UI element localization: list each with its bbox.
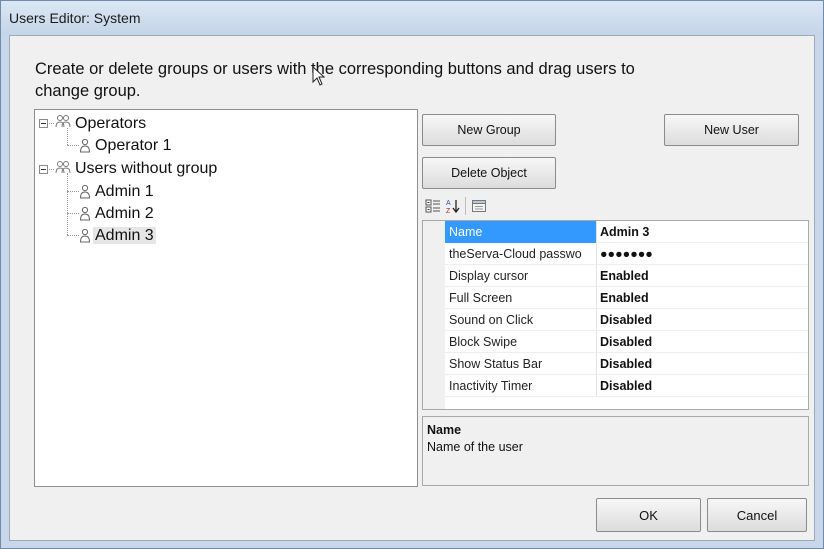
- property-row-display-cursor[interactable]: Display cursor Enabled: [445, 265, 808, 287]
- window-frame: [1, 35, 9, 545]
- property-name: Inactivity Timer: [449, 379, 533, 393]
- property-row-name[interactable]: Name Admin 3: [445, 221, 808, 243]
- property-grid-gutter: [423, 221, 445, 409]
- property-pages-icon[interactable]: [471, 198, 487, 214]
- description-title: Name: [427, 423, 462, 437]
- property-value[interactable]: Disabled: [600, 331, 652, 353]
- property-value[interactable]: Disabled: [600, 353, 652, 375]
- tree-user-operator-1[interactable]: Operator 1: [93, 135, 173, 157]
- cancel-button[interactable]: Cancel: [707, 498, 807, 532]
- property-name: Block Swipe: [449, 335, 518, 349]
- delete-object-button[interactable]: Delete Object: [422, 157, 556, 189]
- property-row-sound-on-click[interactable]: Sound on Click Disabled: [445, 309, 808, 331]
- property-value[interactable]: ●●●●●●●: [600, 243, 653, 265]
- property-value[interactable]: Enabled: [600, 287, 649, 309]
- new-user-button[interactable]: New User: [664, 114, 799, 146]
- tree-connector: [67, 213, 79, 214]
- categorized-icon[interactable]: [425, 198, 441, 214]
- tree-connector: [67, 145, 79, 146]
- tree-user-admin-1[interactable]: Admin 1: [93, 181, 156, 203]
- user-group-icon: [55, 115, 71, 128]
- property-description-panel: Name Name of the user: [422, 416, 809, 486]
- tree-user-admin-3[interactable]: Admin 3: [93, 225, 156, 247]
- property-row-cloud-password[interactable]: theServa-Cloud passwo ●●●●●●●: [445, 243, 808, 265]
- ok-button[interactable]: OK: [596, 498, 701, 532]
- property-name: Show Status Bar: [449, 357, 543, 371]
- tree-user-label: Admin 2: [95, 205, 154, 222]
- mouse-cursor-icon: [312, 66, 326, 86]
- tree-group-operators[interactable]: Operators: [73, 113, 148, 135]
- users-editor-window: Users Editor: System Create or delete gr…: [0, 0, 824, 549]
- property-grid[interactable]: Name Admin 3 theServa-Cloud passwo ●●●●●…: [422, 220, 809, 410]
- tree-user-label: Operator 1: [95, 137, 172, 154]
- property-value[interactable]: Disabled: [600, 309, 652, 331]
- user-icon: [79, 206, 91, 221]
- toolbar-separator: [465, 197, 466, 215]
- property-row-inactivity-timer[interactable]: Inactivity Timer Disabled: [445, 375, 808, 397]
- property-value[interactable]: Enabled: [600, 265, 649, 287]
- new-group-button[interactable]: New Group: [422, 114, 556, 146]
- description-text: Name of the user: [427, 440, 523, 454]
- user-icon: [79, 184, 91, 199]
- property-grid-toolbar: A Z: [423, 196, 523, 216]
- property-value[interactable]: Admin 3: [600, 221, 649, 243]
- tree-connector: [67, 128, 68, 145]
- instructions-text: Create or delete groups or users with th…: [35, 60, 635, 100]
- tree-group-label: Users without group: [75, 160, 218, 177]
- property-name: theServa-Cloud passwo: [449, 247, 582, 261]
- property-name: Sound on Click: [449, 313, 534, 327]
- alphabetical-sort-icon[interactable]: A Z: [445, 198, 461, 214]
- user-icon: [79, 138, 91, 153]
- property-name: Display cursor: [449, 269, 529, 283]
- property-row-block-swipe[interactable]: Block Swipe Disabled: [445, 331, 808, 353]
- property-row-show-status-bar[interactable]: Show Status Bar Disabled: [445, 353, 808, 375]
- tree-group-label: Operators: [75, 115, 147, 132]
- property-name: Name: [445, 221, 596, 243]
- property-row-full-screen[interactable]: Full Screen Enabled: [445, 287, 808, 309]
- tree-user-label: Admin 3: [93, 227, 156, 244]
- tree-connector: [67, 235, 79, 236]
- property-name: Full Screen: [449, 291, 513, 305]
- user-tree[interactable]: Operators Operator 1 Users without group: [34, 109, 418, 487]
- collapse-toggle[interactable]: [39, 165, 48, 174]
- svg-text:A: A: [446, 200, 451, 207]
- dialog-body: Create or delete groups or users with th…: [9, 35, 815, 541]
- window-title: Users Editor: System: [9, 10, 141, 26]
- tree-user-label: Admin 1: [95, 183, 154, 200]
- tree-user-admin-2[interactable]: Admin 2: [93, 203, 156, 225]
- collapse-toggle[interactable]: [39, 119, 48, 128]
- tree-group-users-without-group[interactable]: Users without group: [73, 158, 219, 180]
- tree-connector: [67, 191, 79, 192]
- title-bar[interactable]: Users Editor: System: [1, 1, 823, 35]
- user-group-icon: [55, 161, 71, 174]
- tree-connector: [67, 173, 68, 235]
- svg-text:Z: Z: [446, 208, 451, 214]
- property-value[interactable]: Disabled: [600, 375, 652, 397]
- user-icon: [79, 228, 91, 243]
